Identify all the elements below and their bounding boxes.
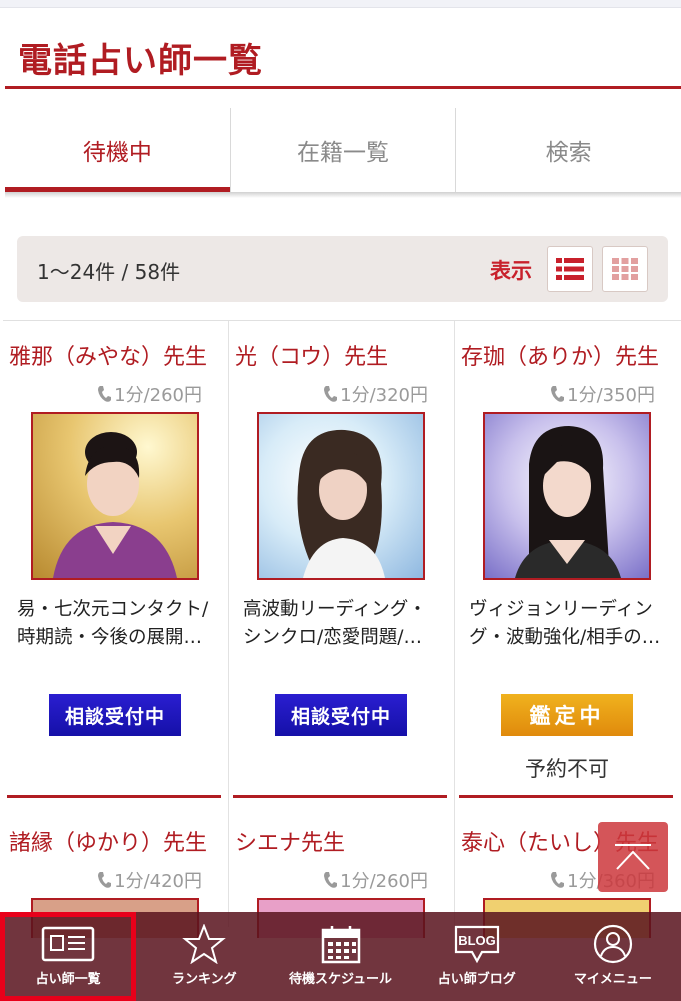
nav-label: 占い師ブログ — [437, 972, 516, 987]
status-badge: 鑑定中 — [501, 694, 633, 736]
teller-name[interactable]: シエナ先生 — [235, 825, 345, 857]
teller-description: ヴィジョンリーディング・波動強化/相手の… — [469, 599, 661, 648]
fortune-teller-card[interactable]: 諸縁（ゆかり）先生 1分/420円 — [3, 807, 229, 938]
top-bar — [0, 0, 681, 8]
page-title: 電話占い師一覧 — [18, 41, 263, 81]
grid-view-button[interactable] — [602, 246, 648, 292]
portrait-image — [53, 432, 177, 578]
list-card-icon — [41, 926, 95, 962]
result-count: 1〜24件 / 58件 — [37, 260, 181, 284]
portrait-image — [297, 429, 385, 578]
price: 1分/420円 — [97, 867, 202, 893]
price-text: 1分/420円 — [114, 871, 202, 892]
title-divider — [5, 86, 681, 89]
teller-description: 高波動リーディング・シンクロ/恋愛問題/… — [243, 599, 427, 648]
result-bar: 1〜24件 / 58件 表示 — [17, 236, 668, 302]
teller-photo[interactable] — [257, 412, 425, 580]
back-to-top-button[interactable] — [598, 822, 668, 892]
phone-icon — [324, 872, 338, 888]
tab-waiting[interactable]: 待機中 — [5, 108, 231, 192]
bottom-nav: 占い師一覧 ランキング 待機スケジュール BLOG 占い師ブログ マイメニュー — [0, 912, 681, 1001]
phone-icon — [324, 386, 338, 402]
status-badge: 相談受付中 — [49, 694, 181, 736]
nav-label: ランキング — [171, 972, 237, 987]
star-icon — [182, 924, 227, 964]
fortune-teller-grid: 雅那（みやな）先生 1分/260円 易・七次元コンタクト/時期読・今後の展開… … — [3, 320, 681, 938]
tab-shadow — [5, 192, 681, 198]
list-view-icon — [556, 258, 584, 280]
card-divider — [7, 795, 221, 798]
price: 1分/260円 — [97, 381, 202, 407]
phone-icon — [551, 386, 565, 402]
teller-name[interactable]: 存珈（ありか）先生 — [461, 339, 659, 371]
nav-label: マイメニュー — [573, 972, 652, 987]
phone-icon — [98, 386, 112, 402]
grid-view-icon — [612, 258, 638, 280]
user-icon — [593, 924, 633, 964]
nav-label: 待機スケジュール — [288, 972, 393, 987]
nav-label: 占い師一覧 — [35, 972, 101, 987]
status-badge: 相談受付中 — [275, 694, 407, 736]
reservation-note: 予約不可 — [525, 757, 609, 781]
nav-my-menu[interactable]: マイメニュー — [545, 912, 681, 1001]
teller-photo[interactable] — [483, 412, 651, 580]
nav-schedule[interactable]: 待機スケジュール — [272, 912, 408, 1001]
teller-name[interactable]: 諸縁（ゆかり）先生 — [9, 825, 207, 857]
price-text: 1分/260円 — [114, 385, 202, 406]
tab-bar: 待機中 在籍一覧 検索 — [5, 108, 681, 192]
nav-blog[interactable]: BLOG 占い師ブログ — [409, 912, 545, 1001]
tab-roster[interactable]: 在籍一覧 — [230, 108, 457, 192]
price: 1分/350円 — [550, 381, 655, 407]
tab-search[interactable]: 検索 — [456, 108, 681, 192]
svg-text:BLOG: BLOG — [458, 933, 496, 948]
price-text: 1分/260円 — [340, 871, 428, 892]
list-view-button[interactable] — [547, 246, 593, 292]
calendar-icon — [321, 926, 360, 964]
card-divider — [459, 795, 673, 798]
price-text: 1分/320円 — [340, 385, 428, 406]
price: 1分/320円 — [323, 381, 428, 407]
fortune-teller-card[interactable]: 光（コウ）先生 1分/320円 高波動リーディング・シンクロ/恋愛問題/… 相談… — [229, 321, 455, 807]
phone-icon — [551, 872, 565, 888]
view-label: 表示 — [490, 259, 532, 283]
portrait-image — [515, 426, 621, 578]
fortune-teller-card[interactable]: 存珈（ありか）先生 1分/350円 ヴィジョンリーディング・波動強化/相手の… … — [455, 321, 681, 807]
fortune-teller-card[interactable]: 雅那（みやな）先生 1分/260円 易・七次元コンタクト/時期読・今後の展開… … — [3, 321, 229, 807]
chevron-up-icon — [615, 844, 651, 870]
teller-name[interactable]: 光（コウ）先生 — [235, 339, 388, 371]
teller-description: 易・七次元コンタクト/時期読・今後の展開… — [17, 599, 209, 648]
blog-icon: BLOG — [454, 925, 499, 964]
phone-icon — [98, 872, 112, 888]
price-text: 1分/350円 — [567, 385, 655, 406]
price: 1分/260円 — [323, 867, 428, 893]
teller-name[interactable]: 雅那（みやな）先生 — [9, 339, 207, 371]
fortune-teller-card[interactable]: シエナ先生 1分/260円 — [229, 807, 455, 938]
card-divider — [233, 795, 447, 798]
teller-photo[interactable] — [31, 412, 199, 580]
nav-ranking[interactable]: ランキング — [136, 912, 272, 1001]
nav-teller-list[interactable]: 占い師一覧 — [0, 912, 137, 1001]
